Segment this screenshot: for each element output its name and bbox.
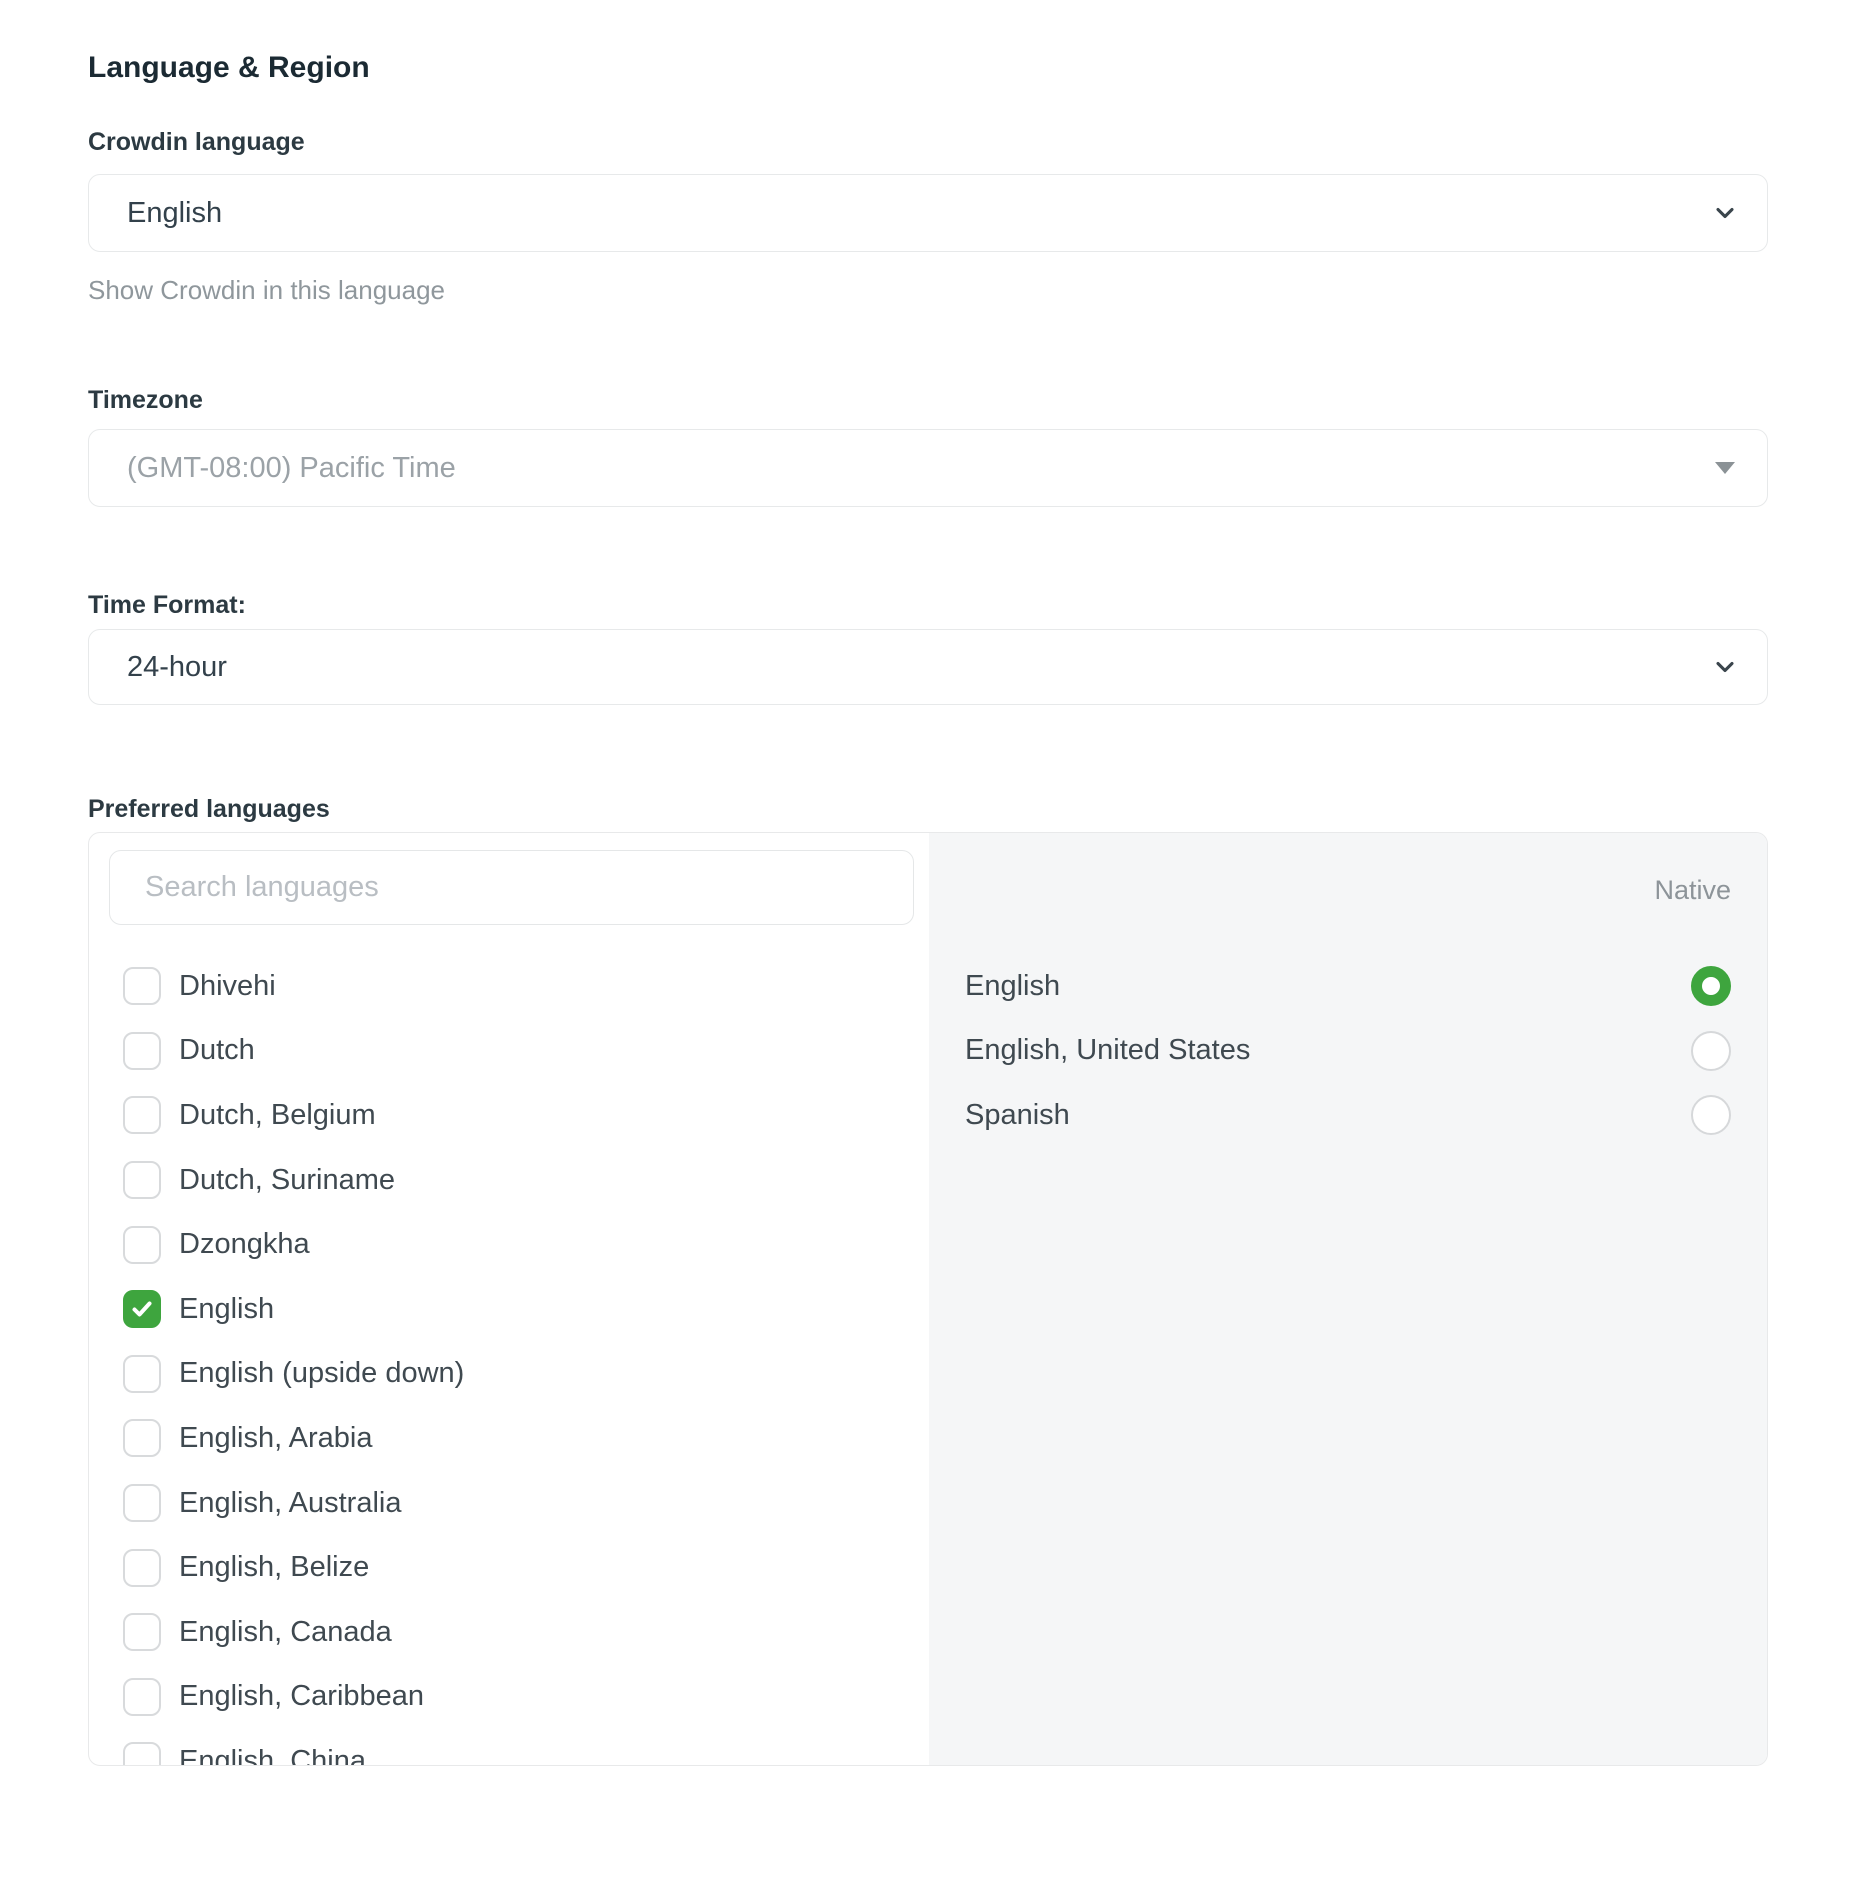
language-checkbox[interactable] <box>123 1419 161 1457</box>
native-language-label: English, United States <box>965 1034 1250 1067</box>
page-title: Language & Region <box>88 48 1768 88</box>
language-option-label: Dhivehi <box>179 970 276 1003</box>
search-languages-input[interactable] <box>109 850 914 925</box>
language-option-row[interactable]: English (upside down) <box>89 1342 929 1407</box>
language-checkbox[interactable] <box>123 1678 161 1716</box>
crowdin-language-helper: Show Crowdin in this language <box>88 274 1768 306</box>
language-region-settings: Language & Region Crowdin language Engli… <box>88 48 1768 1766</box>
crowdin-language-label: Crowdin language <box>88 126 1768 158</box>
language-picker-column: Dhivehi Dutch <box>89 833 929 1765</box>
native-radio[interactable] <box>1691 966 1731 1006</box>
native-column-header: Native <box>965 874 1731 906</box>
language-option-row[interactable]: Dutch, Belgium <box>89 1083 929 1148</box>
time-format-select[interactable]: 24-hour <box>88 629 1768 705</box>
native-language-list: English English, United States Spanish <box>965 954 1731 1148</box>
language-option-label: English <box>179 1293 274 1326</box>
crowdin-language-value: English <box>127 197 222 230</box>
caret-down-icon <box>1715 462 1735 474</box>
native-language-row[interactable]: English <box>965 954 1731 1019</box>
language-option-row[interactable]: Dzongkha <box>89 1212 929 1277</box>
native-language-row[interactable]: Spanish <box>965 1083 1731 1148</box>
language-options-list[interactable]: Dhivehi Dutch <box>89 954 929 1766</box>
native-language-row[interactable]: English, United States <box>965 1019 1731 1084</box>
language-checkbox[interactable] <box>123 1355 161 1393</box>
language-option-row[interactable]: English, Australia <box>89 1471 929 1536</box>
native-radio[interactable] <box>1691 1095 1731 1135</box>
language-option-label: English, Australia <box>179 1487 401 1520</box>
time-format-value: 24-hour <box>127 651 227 684</box>
language-option-row[interactable]: Dutch <box>89 1019 929 1084</box>
language-checkbox[interactable] <box>123 1226 161 1264</box>
language-checkbox[interactable] <box>123 1096 161 1134</box>
language-option-row[interactable]: English, Belize <box>89 1535 929 1600</box>
language-option-row[interactable]: English, China <box>89 1729 929 1766</box>
language-option-label: English, Caribbean <box>179 1680 424 1713</box>
language-checkbox[interactable] <box>123 1742 161 1766</box>
language-option-row[interactable]: English, Caribbean <box>89 1665 929 1730</box>
language-option-label: English (upside down) <box>179 1357 464 1390</box>
chevron-down-icon <box>1711 199 1739 227</box>
native-language-label: Spanish <box>965 1099 1070 1132</box>
native-language-label: English <box>965 970 1060 1003</box>
timezone-value: (GMT-08:00) Pacific Time <box>127 452 456 485</box>
language-option-label: English, Arabia <box>179 1422 372 1455</box>
check-icon <box>130 1297 154 1321</box>
selected-languages-column: Native English English, United States Sp… <box>929 833 1767 1765</box>
preferred-languages-panel: Dhivehi Dutch <box>88 832 1768 1766</box>
language-option-row[interactable]: Dhivehi <box>89 954 929 1019</box>
language-checkbox[interactable] <box>123 1613 161 1651</box>
language-option-row[interactable]: English, Canada <box>89 1600 929 1665</box>
timezone-select[interactable]: (GMT-08:00) Pacific Time <box>88 429 1768 507</box>
language-option-label: English, China <box>179 1745 366 1766</box>
language-option-row[interactable]: English <box>89 1277 929 1342</box>
chevron-down-icon <box>1711 653 1739 681</box>
language-checkbox[interactable] <box>123 1484 161 1522</box>
language-option-row[interactable]: Dutch, Suriname <box>89 1148 929 1213</box>
language-checkbox[interactable] <box>123 1290 161 1328</box>
timezone-label: Timezone <box>88 384 1768 416</box>
language-checkbox[interactable] <box>123 1161 161 1199</box>
language-option-label: Dutch <box>179 1034 255 1067</box>
preferred-languages-label: Preferred languages <box>88 793 1768 825</box>
native-radio[interactable] <box>1691 1031 1731 1071</box>
language-option-label: Dzongkha <box>179 1228 310 1261</box>
crowdin-language-select[interactable]: English <box>88 174 1768 252</box>
language-checkbox[interactable] <box>123 967 161 1005</box>
language-option-label: English, Canada <box>179 1616 392 1649</box>
language-checkbox[interactable] <box>123 1032 161 1070</box>
language-option-label: Dutch, Suriname <box>179 1164 395 1197</box>
language-option-row[interactable]: English, Arabia <box>89 1406 929 1471</box>
language-option-label: Dutch, Belgium <box>179 1099 376 1132</box>
language-checkbox[interactable] <box>123 1549 161 1587</box>
time-format-label: Time Format: <box>88 589 1768 621</box>
language-option-label: English, Belize <box>179 1551 369 1584</box>
